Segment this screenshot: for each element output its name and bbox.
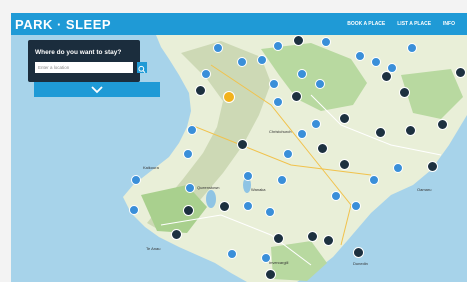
- location-marker-icon[interactable]: [269, 79, 279, 89]
- place-label: Te Anau: [146, 246, 161, 251]
- location-marker-icon[interactable]: [265, 207, 275, 217]
- place-label: Queenstown: [197, 185, 220, 190]
- location-marker-icon[interactable]: [183, 149, 193, 159]
- camper-van-icon[interactable]: [339, 159, 350, 170]
- location-marker-icon[interactable]: [187, 125, 197, 135]
- camper-van-icon[interactable]: [237, 139, 248, 150]
- camper-van-icon[interactable]: [171, 229, 182, 240]
- location-marker-icon[interactable]: [237, 57, 247, 67]
- expand-search-button[interactable]: [34, 82, 160, 97]
- camper-van-icon[interactable]: [219, 201, 230, 212]
- location-marker-icon[interactable]: [371, 57, 381, 67]
- cluster-marker-icon[interactable]: [223, 91, 235, 103]
- location-marker-icon[interactable]: [331, 191, 341, 201]
- location-marker-icon[interactable]: [213, 43, 223, 53]
- search-icon: [138, 65, 146, 73]
- location-marker-icon[interactable]: [131, 175, 141, 185]
- camper-van-icon[interactable]: [427, 161, 438, 172]
- nav-menu: BOOK A PLACE LIST A PLACE INFO: [347, 13, 467, 35]
- camper-van-icon[interactable]: [405, 125, 416, 136]
- location-marker-icon[interactable]: [315, 79, 325, 89]
- location-marker-icon[interactable]: [273, 97, 283, 107]
- search-panel: Where do you want to stay?: [28, 40, 140, 82]
- location-marker-icon[interactable]: [297, 69, 307, 79]
- logo[interactable]: PARK · SLEEP: [15, 17, 111, 32]
- location-marker-icon[interactable]: [243, 201, 253, 211]
- camper-van-icon[interactable]: [339, 113, 350, 124]
- place-label: Dunedin: [353, 261, 368, 266]
- search-title: Where do you want to stay?: [35, 49, 122, 56]
- place-label: Oamaru: [417, 187, 432, 192]
- nav-item-info[interactable]: INFO: [443, 21, 455, 27]
- camper-van-icon[interactable]: [293, 35, 304, 46]
- camper-van-icon[interactable]: [323, 235, 334, 246]
- camper-van-icon[interactable]: [353, 247, 364, 258]
- location-marker-icon[interactable]: [355, 51, 365, 61]
- camper-van-icon[interactable]: [375, 127, 386, 138]
- camper-van-icon[interactable]: [183, 205, 194, 216]
- location-marker-icon[interactable]: [257, 55, 267, 65]
- camper-van-icon[interactable]: [437, 119, 448, 130]
- chevron-down-icon: [91, 85, 103, 93]
- location-marker-icon[interactable]: [321, 37, 331, 47]
- location-marker-icon[interactable]: [369, 175, 379, 185]
- location-marker-icon[interactable]: [185, 183, 195, 193]
- location-marker-icon[interactable]: [277, 175, 287, 185]
- nav-item-list-a-place[interactable]: LIST A PLACE: [397, 21, 431, 27]
- camper-van-icon[interactable]: [307, 231, 318, 242]
- camper-van-icon[interactable]: [291, 91, 302, 102]
- place-label: Invercargill: [269, 260, 289, 265]
- top-navigation-bar: PARK · SLEEP BOOK A PLACE LIST A PLACE I…: [11, 13, 467, 35]
- location-marker-icon[interactable]: [261, 253, 271, 263]
- location-marker-icon[interactable]: [243, 171, 253, 181]
- place-label: Kaikoura: [143, 165, 159, 170]
- nav-item-book-a-place[interactable]: BOOK A PLACE: [347, 21, 385, 27]
- camper-van-icon[interactable]: [317, 143, 328, 154]
- location-marker-icon[interactable]: [129, 205, 139, 215]
- location-marker-icon[interactable]: [393, 163, 403, 173]
- camper-van-icon[interactable]: [455, 67, 466, 78]
- camper-van-icon[interactable]: [273, 233, 284, 244]
- location-marker-icon[interactable]: [273, 41, 283, 51]
- camper-van-icon[interactable]: [399, 87, 410, 98]
- location-marker-icon[interactable]: [283, 149, 293, 159]
- place-label: Christchurch: [269, 129, 292, 134]
- place-label: Wanaka: [251, 187, 266, 192]
- location-marker-icon[interactable]: [351, 201, 361, 211]
- location-marker-icon[interactable]: [297, 129, 307, 139]
- location-marker-icon[interactable]: [201, 69, 211, 79]
- location-marker-icon[interactable]: [311, 119, 321, 129]
- location-marker-icon[interactable]: [407, 43, 417, 53]
- camper-van-icon[interactable]: [195, 85, 206, 96]
- search-input[interactable]: [35, 62, 133, 73]
- search-button[interactable]: [137, 62, 147, 73]
- camper-van-icon[interactable]: [265, 269, 276, 280]
- location-marker-icon[interactable]: [227, 249, 237, 259]
- camper-van-icon[interactable]: [381, 71, 392, 82]
